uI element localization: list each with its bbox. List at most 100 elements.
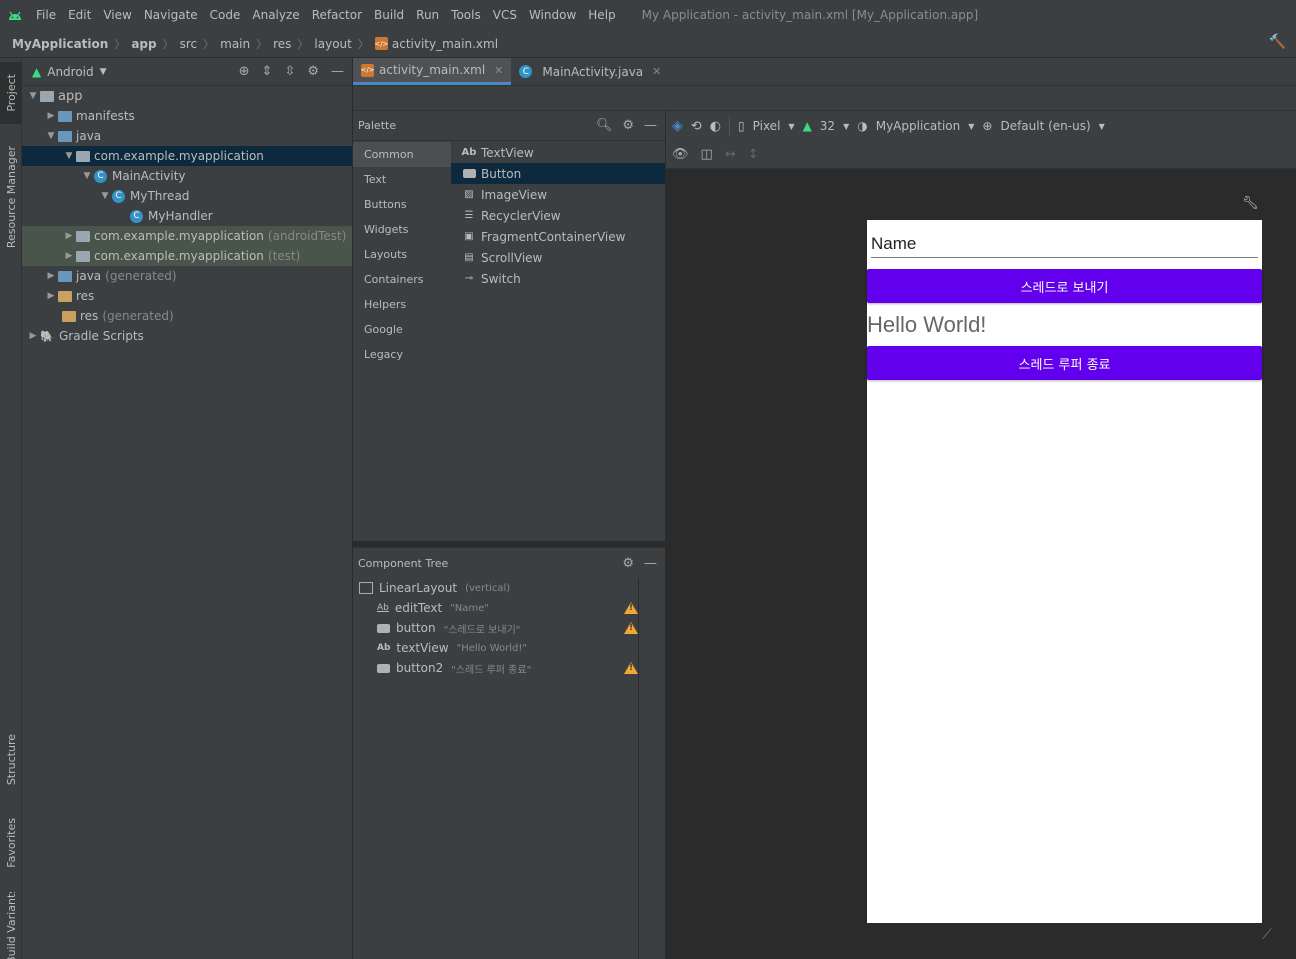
warning-icon[interactable] (624, 662, 638, 674)
chevron-down-icon[interactable]: ▼ (62, 151, 76, 161)
chevron-right-icon[interactable]: ▶ (62, 231, 76, 241)
menu-view[interactable]: View (97, 8, 137, 22)
menu-tools[interactable]: Tools (445, 8, 487, 22)
palette-category-widgets[interactable]: Widgets (353, 217, 451, 242)
chevron-down-icon[interactable]: ▼ (100, 67, 107, 77)
tab-mainactivity-java[interactable]: C MainActivity.java ✕ (511, 58, 669, 85)
hide-icon[interactable]: — (644, 118, 657, 133)
blueprint-icon[interactable]: ◫ (701, 147, 713, 162)
palette-item-switch[interactable]: ⊸ Switch (451, 268, 665, 289)
chevron-right-icon[interactable]: ▶ (26, 331, 40, 341)
tree-node-package[interactable]: ▼ com.example.myapplication (22, 146, 352, 166)
tree-node-gradle-scripts[interactable]: ▶ 🐘 Gradle Scripts (22, 326, 352, 346)
breadcrumb-file[interactable]: activity_main.xml (392, 37, 498, 51)
tree-node-res[interactable]: ▶ res (22, 286, 352, 306)
tab-activity-main-xml[interactable]: </> activity_main.xml ✕ (353, 58, 512, 85)
preview-send-thread-button[interactable]: 스레드로 보내기 (867, 269, 1262, 303)
chevron-down-icon[interactable]: ▼ (44, 131, 58, 141)
menu-run[interactable]: Run (410, 8, 445, 22)
horizontal-constraint-icon[interactable]: ↔ (725, 147, 736, 162)
preview-stop-looper-button[interactable]: 스레드 루퍼 종료 (867, 346, 1262, 380)
eye-icon[interactable]: 👁︎ (672, 147, 689, 162)
palette-category-containers[interactable]: Containers (353, 267, 451, 292)
menu-code[interactable]: Code (204, 8, 247, 22)
chevron-right-icon[interactable]: ▶ (62, 251, 76, 261)
tree-node-mythread[interactable]: ▼ C MyThread (22, 186, 352, 206)
device-selector[interactable]: Pixel (753, 119, 781, 133)
orientation-icon[interactable]: ⟲ (691, 119, 702, 134)
tree-node-manifests[interactable]: ▶ manifests (22, 106, 352, 126)
locale-selector[interactable]: Default (en-us) (1000, 119, 1090, 133)
palette-category-legacy[interactable]: Legacy (353, 342, 451, 367)
chevron-right-icon[interactable]: ▶ (44, 111, 58, 121)
palette-category-layouts[interactable]: Layouts (353, 242, 451, 267)
tree-node-package-androidtest[interactable]: ▶ com.example.myapplication (androidTest… (22, 226, 352, 246)
palette-item-imageview[interactable]: ▨ ImageView (451, 184, 665, 205)
palette-category-buttons[interactable]: Buttons (353, 192, 451, 217)
menu-refactor[interactable]: Refactor (306, 8, 368, 22)
menu-analyze[interactable]: Analyze (246, 8, 305, 22)
breadcrumb-layout[interactable]: layout (314, 37, 351, 51)
close-icon[interactable]: ✕ (652, 65, 661, 78)
breadcrumb-src[interactable]: src (180, 37, 198, 51)
chevron-down-icon[interactable]: ▼ (98, 191, 112, 201)
palette-category-common[interactable]: Common (353, 142, 451, 167)
warning-icon[interactable] (624, 602, 638, 614)
project-view-selector[interactable]: Android (47, 65, 93, 79)
search-icon[interactable]: 🔍︎ (596, 118, 613, 133)
wrench-icon[interactable]: 🔧︎ (1242, 196, 1259, 211)
menu-edit[interactable]: Edit (62, 8, 97, 22)
component-row-button2[interactable]: button2 "스레드 루퍼 종료" (353, 658, 638, 678)
tab-project[interactable]: Project (0, 62, 22, 124)
palette-category-google[interactable]: Google (353, 317, 451, 342)
component-row-button[interactable]: button "스레드로 보내기" (353, 618, 638, 638)
vertical-constraint-icon[interactable]: ↕ (748, 147, 759, 162)
theme-selector[interactable]: MyApplication (876, 119, 961, 133)
palette-category-helpers[interactable]: Helpers (353, 292, 451, 317)
palette-item-button[interactable]: Button (451, 163, 665, 184)
hide-icon[interactable]: — (331, 64, 344, 79)
gear-icon[interactable]: ⚙ (622, 118, 634, 133)
night-mode-icon[interactable]: ◐ (710, 119, 721, 134)
build-hammer-icon[interactable]: 🔨 (1269, 34, 1286, 50)
chevron-right-icon[interactable]: ▶ (44, 271, 58, 281)
design-canvas[interactable]: 🔧︎ Name 스레드로 보내기 Hello World! 스레드 루퍼 종료 … (666, 170, 1296, 959)
gear-icon[interactable]: ⚙ (307, 64, 319, 79)
tree-node-res-generated[interactable]: res (generated) (22, 306, 352, 326)
resize-handle-icon[interactable]: ⟋ (1262, 927, 1272, 943)
expand-all-icon[interactable]: ⇕ (262, 64, 273, 79)
palette-item-recyclerview[interactable]: ☰ RecyclerView (451, 205, 665, 226)
component-row-edittext[interactable]: Ab editText "Name" (353, 598, 638, 618)
close-icon[interactable]: ✕ (494, 64, 503, 77)
breadcrumb-main[interactable]: main (220, 37, 250, 51)
tree-node-myhandler[interactable]: C MyHandler (22, 206, 352, 226)
menu-file[interactable]: File (30, 8, 62, 22)
palette-item-fragmentcontainerview[interactable]: ▣ FragmentContainerView (451, 226, 665, 247)
palette-item-textview[interactable]: Ab TextView (451, 142, 665, 163)
component-row-linearlayout[interactable]: LinearLayout (vertical) (353, 578, 638, 598)
layers-icon[interactable]: ◈ (672, 118, 683, 134)
tab-build-variants[interactable]: Build Variants (0, 892, 22, 959)
collapse-all-icon[interactable]: ⇳ (284, 64, 295, 79)
palette-item-scrollview[interactable]: ▤ ScrollView (451, 247, 665, 268)
component-row-textview[interactable]: Ab textView "Hello World!" (353, 638, 638, 658)
tab-resource-manager[interactable]: Resource Manager (0, 138, 22, 256)
breadcrumb-res[interactable]: res (273, 37, 291, 51)
tree-node-mainactivity[interactable]: ▼ C MainActivity (22, 166, 352, 186)
tree-node-java-generated[interactable]: ▶ java (generated) (22, 266, 352, 286)
chevron-right-icon[interactable]: ▶ (44, 291, 58, 301)
tab-favorites[interactable]: Favorites (0, 808, 22, 878)
menu-help[interactable]: Help (582, 8, 621, 22)
breadcrumb-app[interactable]: app (131, 37, 156, 51)
menu-vcs[interactable]: VCS (487, 8, 523, 22)
locate-icon[interactable]: ⊕ (239, 64, 250, 79)
splitter[interactable] (638, 578, 639, 959)
tree-node-java[interactable]: ▼ java (22, 126, 352, 146)
chevron-down-icon[interactable]: ▼ (26, 91, 40, 101)
tab-structure[interactable]: Structure (0, 726, 22, 794)
preview-edit-text[interactable]: Name (871, 230, 1258, 258)
tree-node-app[interactable]: ▼ app (22, 86, 352, 106)
breadcrumb-project[interactable]: MyApplication (12, 37, 108, 51)
menu-navigate[interactable]: Navigate (138, 8, 204, 22)
palette-category-text[interactable]: Text (353, 167, 451, 192)
